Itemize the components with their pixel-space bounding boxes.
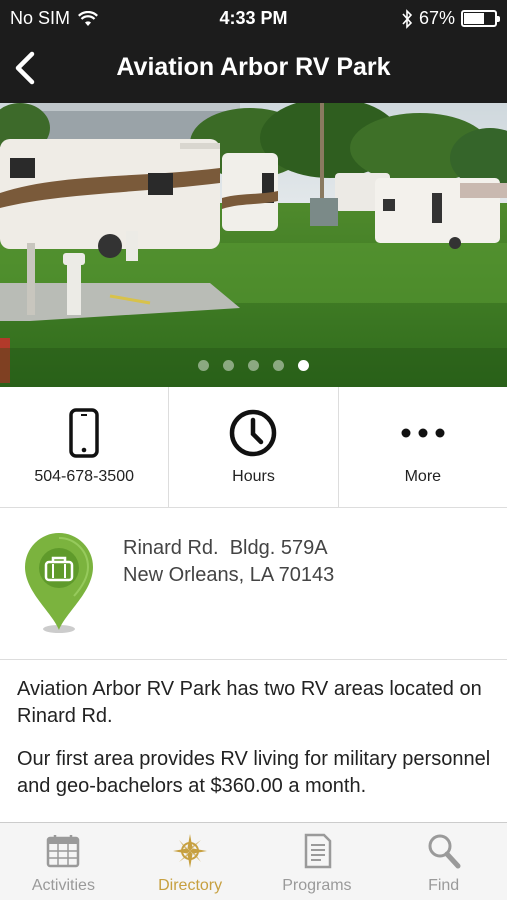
top-bar: No SIM 4:33 PM 67% Aviation Arbor RV Par… (0, 0, 507, 103)
navigation-bar: Aviation Arbor RV Park (0, 36, 507, 103)
action-row: 504-678-3500 Hours More (0, 387, 507, 508)
call-button[interactable]: 504-678-3500 (0, 387, 170, 507)
description-paragraph-2: Our first area provides RV living for mi… (17, 748, 491, 797)
tab-activities-label: Activities (31, 877, 95, 894)
gallery-dot[interactable] (273, 360, 284, 371)
description-paragraph-1: Aviation Arbor RV Park has two RV areas … (17, 678, 482, 727)
tab-directory[interactable]: Directory (127, 823, 254, 900)
more-button[interactable]: More (339, 387, 507, 507)
tab-find-label: Find (428, 877, 460, 894)
page-title: Aviation Arbor RV Park (116, 53, 391, 81)
address-line-2: New Orleans, LA 70143 (123, 564, 335, 586)
photo-gallery[interactable] (0, 103, 507, 387)
address-line-1: Rinard Rd. Bldg. 579A (123, 537, 328, 559)
battery-icon (461, 10, 500, 27)
document-icon (304, 833, 332, 869)
hours-button[interactable]: Hours (169, 387, 339, 507)
tab-programs-label: Programs (282, 877, 352, 894)
phone-icon (69, 408, 99, 458)
tab-programs[interactable]: Programs (254, 823, 381, 900)
gallery-dot[interactable] (198, 360, 209, 371)
phone-number-label: 504-678-3500 (34, 468, 134, 485)
search-icon (428, 834, 461, 869)
gallery-dot[interactable] (223, 360, 234, 371)
bluetooth-icon (402, 8, 413, 29)
tab-bar: Activities Directory Programs Find (0, 822, 507, 900)
compass-icon (173, 834, 208, 868)
battery-percent: 67% (418, 8, 455, 28)
address-section[interactable]: Rinard Rd. Bldg. 579A New Orleans, LA 70… (0, 508, 507, 660)
gallery-dot[interactable] (248, 360, 259, 371)
gallery-dot[interactable] (298, 360, 309, 371)
rv-park-photo (0, 103, 507, 387)
more-dots-icon (401, 428, 445, 438)
tab-activities[interactable]: Activities (0, 823, 127, 900)
clock-icon (230, 409, 277, 457)
gallery-page-indicator[interactable] (0, 360, 507, 371)
more-label: More (404, 468, 442, 485)
status-bar: No SIM 4:33 PM 67% (0, 0, 507, 36)
tab-find[interactable]: Find (380, 823, 507, 900)
map-pin-briefcase-icon (25, 533, 93, 633)
calendar-icon (47, 835, 80, 868)
description: Aviation Arbor RV Park has two RV areas … (17, 676, 492, 816)
tab-directory-label: Directory (158, 877, 223, 894)
hours-label: Hours (232, 468, 275, 485)
